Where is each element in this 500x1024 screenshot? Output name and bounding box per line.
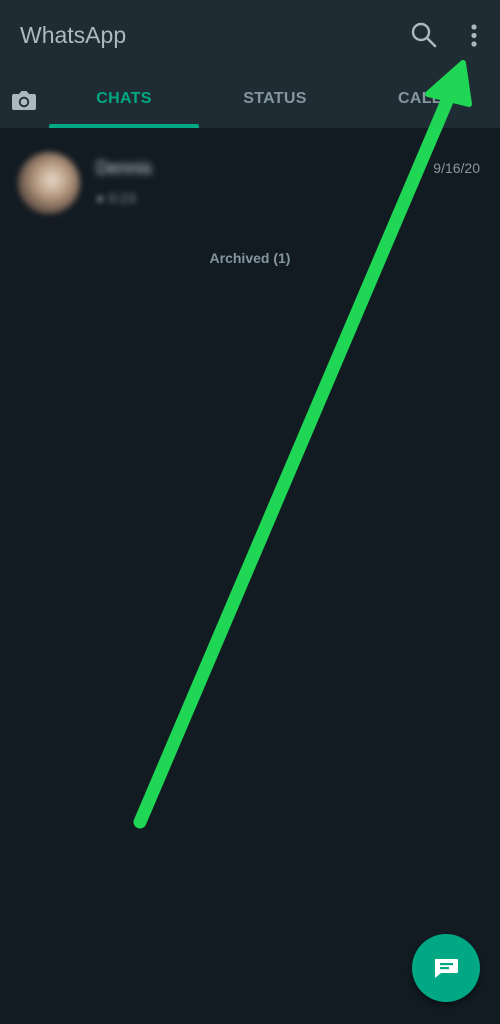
- tab-camera[interactable]: [0, 84, 48, 128]
- selected-tab-indicator: [49, 124, 199, 128]
- app-title: WhatsApp: [20, 22, 127, 48]
- new-chat-button[interactable]: [412, 934, 480, 1002]
- app-header: WhatsApp CHATS STATUS CALLS: [0, 0, 500, 128]
- search-button[interactable]: [404, 16, 442, 54]
- more-vertical-icon: [471, 24, 477, 47]
- chat-preview-text: 0:23: [108, 190, 136, 206]
- camera-icon: [12, 91, 36, 110]
- avatar: [18, 152, 80, 214]
- new-chat-icon: [435, 959, 458, 978]
- archived-chats-link[interactable]: Archived (1): [0, 250, 500, 266]
- chat-timestamp: 9/16/20: [433, 160, 480, 176]
- tab-calls[interactable]: CALLS: [398, 84, 500, 128]
- chat-last-message: ● 0:23: [96, 190, 136, 206]
- chat-contact-name: Dennis: [96, 158, 153, 178]
- microphone-icon: ●: [96, 190, 105, 206]
- whatsapp-home-screen: WhatsApp CHATS STATUS CALLS Dennis ● 0:2…: [0, 0, 500, 1024]
- tab-chats[interactable]: CHATS: [48, 84, 200, 128]
- more-options-button[interactable]: [456, 16, 492, 54]
- chat-list-item[interactable]: Dennis ● 0:23 9/16/20: [0, 140, 500, 224]
- tab-status[interactable]: STATUS: [200, 84, 350, 128]
- search-icon: [411, 22, 437, 48]
